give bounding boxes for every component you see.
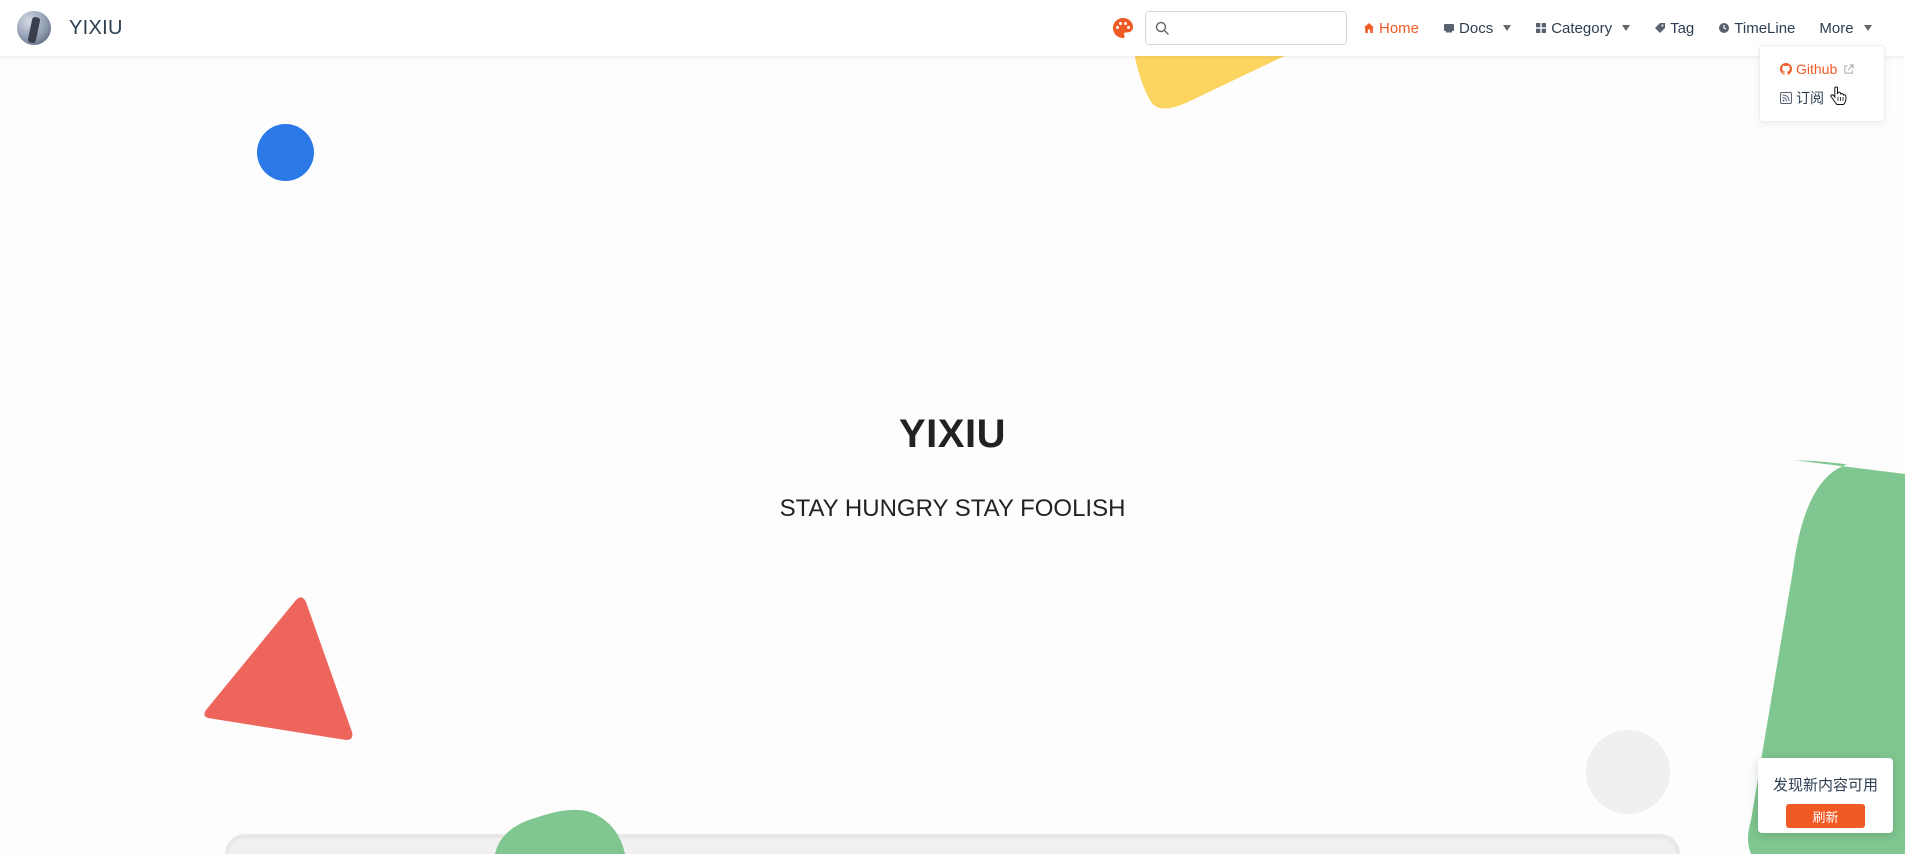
nav-item-home[interactable]: Home <box>1363 20 1419 37</box>
green-blob-decoration <box>495 809 625 854</box>
tag-icon <box>1655 23 1666 33</box>
rss-icon <box>1780 92 1792 104</box>
menu-item-label: 订阅 <box>1796 90 1824 106</box>
nav-item-label: Docs <box>1459 19 1494 37</box>
category-icon <box>1536 23 1547 33</box>
red-triangle-decoration <box>204 597 353 740</box>
external-link-icon <box>1844 63 1854 74</box>
nav-item-label: Home <box>1379 19 1420 37</box>
chevron-down-icon <box>1503 25 1512 31</box>
nav-item-tag[interactable]: Tag <box>1654 20 1694 37</box>
site-name: YIXIU <box>69 16 123 39</box>
hero-title: YIXIU <box>899 412 1006 456</box>
navbar: YIXIU Home Docs Category Tag TimeLine Mo… <box>0 0 1905 56</box>
nav-item-more[interactable]: More <box>1819 19 1872 37</box>
clock-icon <box>1719 23 1730 33</box>
refresh-button[interactable]: 刷新 <box>1786 804 1865 828</box>
avatar <box>17 11 51 45</box>
nav-item-docs[interactable]: Docs <box>1443 19 1512 37</box>
more-dropdown-menu: Github 订阅 <box>1759 45 1885 122</box>
chevron-down-icon <box>1863 25 1872 31</box>
menu-item-github[interactable]: Github <box>1780 61 1854 77</box>
nav-item-label: Tag <box>1670 19 1695 37</box>
hand-cursor-icon <box>1830 86 1847 105</box>
update-message: 发现新内容可用 <box>1772 777 1878 794</box>
home-link[interactable]: YIXIU <box>17 11 123 45</box>
chevron-down-icon <box>1622 25 1631 31</box>
nav-links: Home Docs Category Tag TimeLine More <box>1363 20 1872 37</box>
home-icon <box>1364 23 1374 33</box>
hero-subtitle: STAY HUNGRY STAY FOOLISH <box>779 495 1126 522</box>
nav-item-label: TimeLine <box>1734 19 1796 37</box>
search-input[interactable] <box>1146 12 1346 44</box>
menu-item-rss[interactable]: 订阅 <box>1780 88 1824 108</box>
nav-item-label: Category <box>1551 19 1613 37</box>
nav-item-timeline[interactable]: TimeLine <box>1718 20 1795 37</box>
content-card-top <box>225 834 1680 854</box>
nav-item-category[interactable]: Category <box>1535 19 1631 37</box>
nav-right: Home Docs Category Tag TimeLine More <box>1111 0 1872 56</box>
search-icon <box>1155 21 1169 35</box>
search-box <box>1145 11 1347 45</box>
gray-circle-decoration <box>1586 730 1670 814</box>
github-icon <box>1780 63 1792 75</box>
palette-icon[interactable] <box>1111 16 1135 40</box>
update-notification: 发现新内容可用 刷新 <box>1758 758 1893 833</box>
blue-circle-decoration <box>257 124 314 181</box>
nav-item-label: More <box>1819 19 1854 37</box>
book-icon <box>1444 24 1455 33</box>
menu-item-label: Github <box>1796 61 1838 77</box>
